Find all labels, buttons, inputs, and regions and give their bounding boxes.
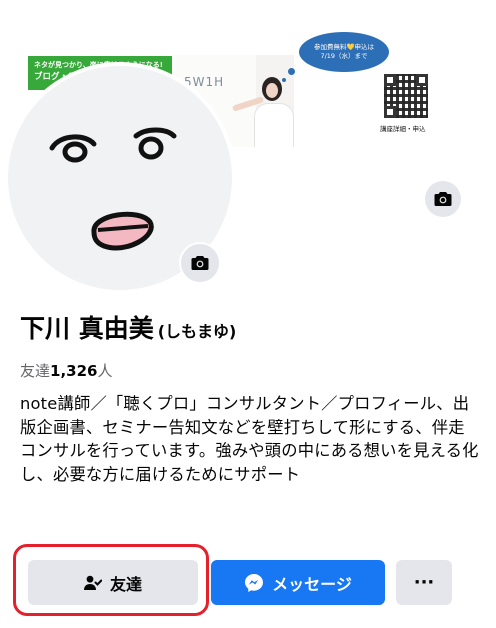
friends-button[interactable]: 友達 bbox=[28, 560, 198, 605]
bubble-dot bbox=[288, 68, 295, 75]
profile-nickname: (しもまゆ) bbox=[157, 322, 237, 341]
camera-icon bbox=[191, 256, 209, 270]
bubble-line1: 参加費無料💛申込は bbox=[313, 43, 375, 51]
message-button[interactable]: メッセージ bbox=[211, 560, 385, 605]
qr-finder bbox=[384, 74, 396, 86]
qr-label: 講座詳細・申込 bbox=[380, 125, 426, 133]
qr-finder bbox=[416, 74, 428, 86]
friends-label: 友達 bbox=[20, 362, 51, 380]
messenger-icon bbox=[244, 573, 264, 593]
friend-check-icon bbox=[83, 575, 102, 591]
profile-name-text: 下川 真由美 bbox=[20, 314, 154, 343]
friends-number: 1,326 bbox=[50, 362, 98, 380]
profile-name: 下川 真由美 (しもまゆ) bbox=[20, 309, 236, 345]
qr-code bbox=[384, 74, 428, 118]
bubble-dot bbox=[282, 78, 286, 82]
more-options-button[interactable]: ··· bbox=[396, 560, 452, 605]
profile-bio: note講師／「聴くプロ」コンサルタント／プロフィール、出版企画書、セミナー告知… bbox=[20, 394, 479, 484]
bubble-line2: 7/19（水）まで bbox=[320, 52, 368, 60]
more-dots-icon: ··· bbox=[413, 572, 435, 593]
message-button-label: メッセージ bbox=[272, 574, 352, 594]
friends-unit: 人 bbox=[97, 362, 113, 380]
lecturer-face bbox=[266, 83, 278, 98]
lecturer-body bbox=[254, 103, 294, 147]
qr-finder bbox=[384, 106, 396, 118]
friends-count[interactable]: 友達1,326人 bbox=[20, 360, 112, 381]
friends-button-label: 友達 bbox=[109, 574, 142, 594]
edit-profile-picture-button[interactable] bbox=[179, 242, 221, 284]
camera-icon bbox=[434, 192, 452, 206]
cover-speech-bubble: 参加費無料💛申込は 7/19（水）まで bbox=[299, 32, 389, 72]
edit-cover-button[interactable] bbox=[425, 181, 461, 217]
